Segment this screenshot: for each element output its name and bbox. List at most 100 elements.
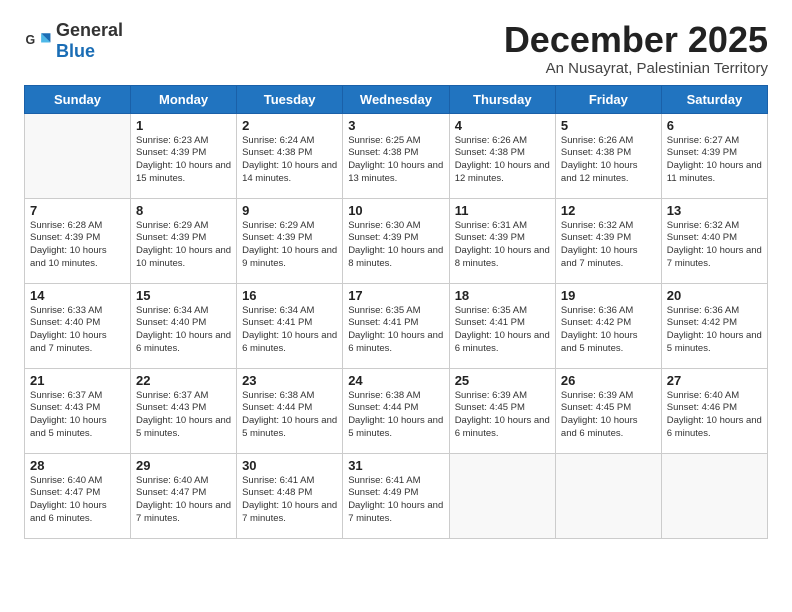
- day-info: Sunrise: 6:34 AM Sunset: 4:41 PM Dayligh…: [242, 305, 337, 356]
- day-number: 16: [242, 288, 337, 303]
- calendar-cell: 16 Sunrise: 6:34 AM Sunset: 4:41 PM Dayli…: [237, 283, 343, 368]
- header-sunday: Sunday: [25, 85, 131, 113]
- calendar-header-row: SundayMondayTuesdayWednesdayThursdayFrid…: [25, 85, 768, 113]
- calendar-cell: 7Sunrise: 6:28 AM Sunset: 4:39 PM Daylig…: [25, 198, 131, 283]
- day-info: Sunrise: 6:38 AM Sunset: 4:44 PM Dayligh…: [242, 390, 337, 441]
- day-info: Sunrise: 6:40 AM Sunset: 4:47 PM Dayligh…: [136, 475, 231, 526]
- day-info: Sunrise: 6:40 AM Sunset: 4:47 PM Dayligh…: [30, 475, 125, 526]
- day-number: 18: [455, 288, 550, 303]
- day-number: 28: [30, 458, 125, 473]
- header-monday: Monday: [131, 85, 237, 113]
- title-area: December 2025 An Nusayrat, Palestinian T…: [504, 20, 768, 77]
- calendar-cell: 15 Sunrise: 6:34 AM Sunset: 4:40 PM Dayli…: [131, 283, 237, 368]
- day-info: Sunrise: 6:39 AM Sunset: 4:45 PM Dayligh…: [455, 390, 550, 441]
- day-number: 31: [348, 458, 444, 473]
- day-info: Sunrise: 6:35 AM Sunset: 4:41 PM Dayligh…: [348, 305, 444, 356]
- day-info: Sunrise: 6:37 AM Sunset: 4:43 PM Dayligh…: [30, 390, 125, 441]
- day-info: Sunrise: 6:39 AM Sunset: 4:45 PM Dayligh…: [561, 390, 656, 441]
- calendar-cell: 25 Sunrise: 6:39 AM Sunset: 4:45 PM Dayli…: [449, 368, 555, 453]
- day-number: 1: [136, 118, 231, 133]
- day-info: Sunrise: 6:31 AM Sunset: 4:39 PM Dayligh…: [455, 220, 550, 271]
- calendar-cell: 24Sunrise: 6:38 AM Sunset: 4:44 PM Dayli…: [343, 368, 450, 453]
- day-info: Sunrise: 6:32 AM Sunset: 4:39 PM Dayligh…: [561, 220, 656, 271]
- day-number: 14: [30, 288, 125, 303]
- calendar-cell: 6 Sunrise: 6:27 AM Sunset: 4:39 PM Daylig…: [661, 113, 767, 198]
- calendar-cell: 20 Sunrise: 6:36 AM Sunset: 4:42 PM Dayli…: [661, 283, 767, 368]
- svg-text:G: G: [26, 33, 36, 47]
- day-number: 26: [561, 373, 656, 388]
- day-number: 17: [348, 288, 444, 303]
- day-info: Sunrise: 6:29 AM Sunset: 4:39 PM Dayligh…: [136, 220, 231, 271]
- day-info: Sunrise: 6:34 AM Sunset: 4:40 PM Dayligh…: [136, 305, 231, 356]
- calendar-cell: 31 Sunrise: 6:41 AM Sunset: 4:49 PM Dayli…: [343, 453, 450, 538]
- day-number: 24: [348, 373, 444, 388]
- day-info: Sunrise: 6:27 AM Sunset: 4:39 PM Dayligh…: [667, 135, 762, 186]
- day-number: 7: [30, 203, 125, 218]
- day-info: Sunrise: 6:24 AM Sunset: 4:38 PM Dayligh…: [242, 135, 337, 186]
- day-number: 30: [242, 458, 337, 473]
- day-number: 25: [455, 373, 550, 388]
- calendar-cell: 29 Sunrise: 6:40 AM Sunset: 4:47 PM Dayli…: [131, 453, 237, 538]
- calendar-cell: 27 Sunrise: 6:40 AM Sunset: 4:46 PM Dayli…: [661, 368, 767, 453]
- day-info: Sunrise: 6:36 AM Sunset: 4:42 PM Dayligh…: [561, 305, 656, 356]
- calendar-cell: 22Sunrise: 6:37 AM Sunset: 4:43 PM Dayli…: [131, 368, 237, 453]
- calendar-cell: 28 Sunrise: 6:40 AM Sunset: 4:47 PM Dayli…: [25, 453, 131, 538]
- day-number: 12: [561, 203, 656, 218]
- header-saturday: Saturday: [661, 85, 767, 113]
- calendar-cell: 13 Sunrise: 6:32 AM Sunset: 4:40 PM Dayli…: [661, 198, 767, 283]
- logo: G General Blue: [24, 20, 123, 62]
- day-info: Sunrise: 6:41 AM Sunset: 4:49 PM Dayligh…: [348, 475, 444, 526]
- calendar-cell: [661, 453, 767, 538]
- day-number: 19: [561, 288, 656, 303]
- logo-text: General Blue: [56, 20, 123, 62]
- day-info: Sunrise: 6:33 AM Sunset: 4:40 PM Dayligh…: [30, 305, 125, 356]
- day-info: Sunrise: 6:23 AM Sunset: 4:39 PM Dayligh…: [136, 135, 231, 186]
- calendar-cell: 11 Sunrise: 6:31 AM Sunset: 4:39 PM Dayli…: [449, 198, 555, 283]
- calendar-cell: 9 Sunrise: 6:29 AM Sunset: 4:39 PM Daylig…: [237, 198, 343, 283]
- day-number: 8: [136, 203, 231, 218]
- logo-blue: Blue: [56, 41, 95, 61]
- day-number: 4: [455, 118, 550, 133]
- logo-general: General: [56, 20, 123, 40]
- day-number: 15: [136, 288, 231, 303]
- day-info: Sunrise: 6:32 AM Sunset: 4:40 PM Dayligh…: [667, 220, 762, 271]
- calendar-cell: 14 Sunrise: 6:33 AM Sunset: 4:40 PM Dayli…: [25, 283, 131, 368]
- day-number: 9: [242, 203, 337, 218]
- day-info: Sunrise: 6:36 AM Sunset: 4:42 PM Dayligh…: [667, 305, 762, 356]
- calendar-cell: 23Sunrise: 6:38 AM Sunset: 4:44 PM Dayli…: [237, 368, 343, 453]
- day-number: 27: [667, 373, 762, 388]
- calendar-cell: [555, 453, 661, 538]
- day-number: 10: [348, 203, 444, 218]
- calendar-cell: 18 Sunrise: 6:35 AM Sunset: 4:41 PM Dayli…: [449, 283, 555, 368]
- header-wednesday: Wednesday: [343, 85, 450, 113]
- calendar-cell: 10Sunrise: 6:30 AM Sunset: 4:39 PM Dayli…: [343, 198, 450, 283]
- week-row-2: 7Sunrise: 6:28 AM Sunset: 4:39 PM Daylig…: [25, 198, 768, 283]
- day-number: 11: [455, 203, 550, 218]
- calendar-cell: 12 Sunrise: 6:32 AM Sunset: 4:39 PM Dayli…: [555, 198, 661, 283]
- header-friday: Friday: [555, 85, 661, 113]
- location-title: An Nusayrat, Palestinian Territory: [504, 60, 768, 77]
- week-row-5: 28 Sunrise: 6:40 AM Sunset: 4:47 PM Dayli…: [25, 453, 768, 538]
- month-title: December 2025: [504, 20, 768, 60]
- header-tuesday: Tuesday: [237, 85, 343, 113]
- week-row-4: 21 Sunrise: 6:37 AM Sunset: 4:43 PM Dayli…: [25, 368, 768, 453]
- day-number: 2: [242, 118, 337, 133]
- calendar-cell: [449, 453, 555, 538]
- calendar: SundayMondayTuesdayWednesdayThursdayFrid…: [24, 85, 768, 539]
- calendar-cell: 30Sunrise: 6:41 AM Sunset: 4:48 PM Dayli…: [237, 453, 343, 538]
- calendar-cell: 1 Sunrise: 6:23 AM Sunset: 4:39 PM Daylig…: [131, 113, 237, 198]
- day-info: Sunrise: 6:29 AM Sunset: 4:39 PM Dayligh…: [242, 220, 337, 271]
- day-info: Sunrise: 6:26 AM Sunset: 4:38 PM Dayligh…: [455, 135, 550, 186]
- day-number: 21: [30, 373, 125, 388]
- day-number: 29: [136, 458, 231, 473]
- day-info: Sunrise: 6:37 AM Sunset: 4:43 PM Dayligh…: [136, 390, 231, 441]
- calendar-cell: 8 Sunrise: 6:29 AM Sunset: 4:39 PM Daylig…: [131, 198, 237, 283]
- week-row-3: 14 Sunrise: 6:33 AM Sunset: 4:40 PM Dayli…: [25, 283, 768, 368]
- calendar-cell: 2 Sunrise: 6:24 AM Sunset: 4:38 PM Daylig…: [237, 113, 343, 198]
- day-number: 6: [667, 118, 762, 133]
- day-info: Sunrise: 6:40 AM Sunset: 4:46 PM Dayligh…: [667, 390, 762, 441]
- day-number: 20: [667, 288, 762, 303]
- header-thursday: Thursday: [449, 85, 555, 113]
- day-number: 13: [667, 203, 762, 218]
- day-info: Sunrise: 6:35 AM Sunset: 4:41 PM Dayligh…: [455, 305, 550, 356]
